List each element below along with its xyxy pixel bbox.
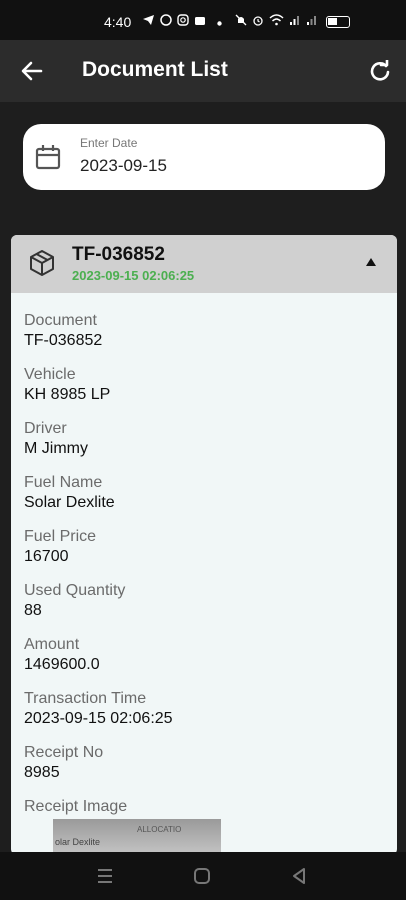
field-label: Fuel Price [24,528,97,545]
field-driver: Driver M Jimmy [24,419,173,459]
field-label: Fuel Name [24,474,103,491]
field-used-quantity: Used Quantity 88 [24,581,173,621]
document-fields: Document TF-036852 Vehicle KH 8985 LP Dr… [24,311,173,831]
package-icon [30,250,54,276]
field-value: M Jimmy [24,440,88,457]
arrow-left-icon [21,61,43,81]
instagram-icon [177,14,189,29]
field-document: Document TF-036852 [24,311,173,351]
telegram-icon [142,14,155,29]
field-fuel-name: Fuel Name Solar Dexlite [24,473,173,513]
battery-icon [326,15,350,28]
date-field-value: 2023-09-15 [80,156,167,175]
alarm-icon [252,14,264,29]
refresh-icon [370,60,390,81]
field-label: Receipt No [24,744,104,761]
field-value: 88 [24,602,42,619]
field-amount: Amount 1469600.0 [24,635,173,675]
field-value: 2023-09-15 02:06:25 [24,710,173,727]
page-title: Document List [82,58,228,81]
collapse-arrow-icon[interactable] [365,257,377,267]
mute-icon [235,14,247,29]
field-label: Driver [24,420,67,437]
field-fuel-price: Fuel Price 16700 [24,527,173,567]
back-triangle-icon[interactable] [288,866,310,886]
date-field-label: Enter Date [80,136,138,150]
signal-icon-2 [306,14,318,29]
field-value: KH 8985 LP [24,386,111,403]
calendar-icon [35,145,61,170]
shopping-bag-icon [194,14,206,29]
status-time: 4:40 [104,14,132,30]
field-label: Used Quantity [24,582,126,599]
document-card: TF-036852 2023-09-15 02:06:25 Document T… [11,235,397,855]
field-value: 1469600.0 [24,656,100,673]
field-receipt-image: Receipt Image [24,797,173,817]
status-icons [142,14,350,29]
field-label: Receipt Image [24,798,128,815]
system-nav-bar [0,852,406,900]
field-transaction-time: Transaction Time 2023-09-15 02:06:25 [24,689,173,729]
menu-icon[interactable] [94,866,116,886]
home-icon[interactable] [191,866,213,886]
signal-icon [289,14,301,29]
status-bar: 4:40 [0,0,406,40]
dot-icon [217,15,222,29]
whatsapp-icon [160,14,172,29]
receipt-image-text: olar Dexlite [55,837,101,847]
document-title: TF-036852 [72,244,165,265]
receipt-image-text: ALLOCATIO [137,825,182,834]
field-value: Solar Dexlite [24,494,115,511]
field-value: TF-036852 [24,332,103,349]
back-button[interactable] [16,56,48,86]
wifi-icon [269,14,284,29]
refresh-button[interactable] [364,56,396,86]
field-label: Amount [24,636,80,653]
field-label: Vehicle [24,366,76,383]
document-datetime: 2023-09-15 02:06:25 [72,268,195,283]
receipt-image[interactable]: olar Dexlite ALLOCATIO [53,819,221,855]
field-value: 8985 [24,764,60,781]
field-receipt-no: Receipt No 8985 [24,743,173,783]
field-value: 16700 [24,548,69,565]
document-card-header[interactable]: TF-036852 2023-09-15 02:06:25 [11,235,397,293]
field-label: Document [24,312,97,329]
app-bar: Document List [0,40,406,102]
field-vehicle: Vehicle KH 8985 LP [24,365,173,405]
field-label: Transaction Time [24,690,147,707]
date-field[interactable]: Enter Date 2023-09-15 [23,124,385,190]
